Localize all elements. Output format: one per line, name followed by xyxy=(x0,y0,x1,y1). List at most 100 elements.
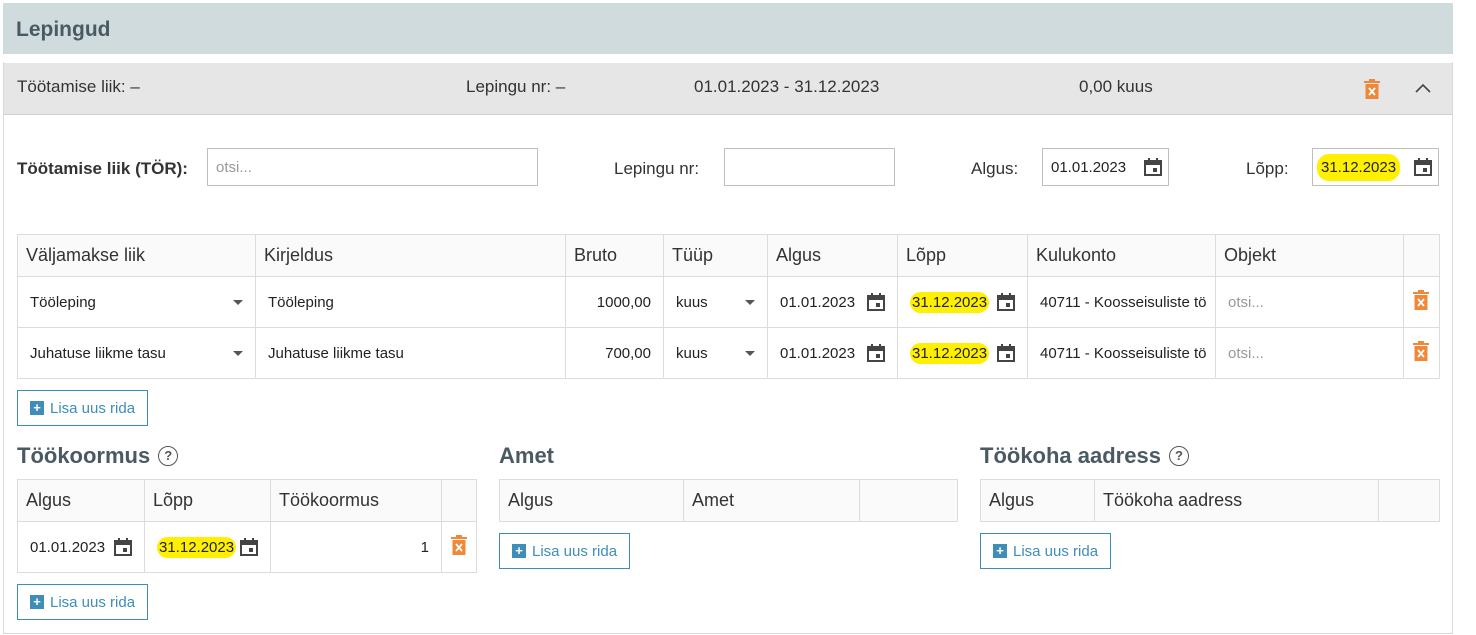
help-icon[interactable]: ? xyxy=(158,446,179,466)
summary-employment-type: Töötamise liik: – xyxy=(17,77,140,96)
start-date-input[interactable]: 01.01.2023 xyxy=(17,521,145,573)
caret-down-icon xyxy=(745,350,755,356)
gross-value: 700,00 xyxy=(605,344,651,362)
column-header: Amet xyxy=(683,479,860,522)
account-select[interactable]: 40711 - Koosseisuliste tö xyxy=(1027,327,1216,379)
account-select[interactable]: 40711 - Koosseisuliste tö xyxy=(1027,276,1216,328)
object-search-input[interactable]: otsi... xyxy=(1215,276,1404,328)
position-table: Algus Amet xyxy=(499,479,958,522)
plus-icon: + xyxy=(30,401,44,415)
description-input[interactable]: Tööleping xyxy=(255,276,566,328)
caret-down-icon xyxy=(233,350,243,356)
add-row-label: Lisa uus rida xyxy=(1013,542,1099,560)
column-header: Algus xyxy=(767,234,898,277)
calendar-icon[interactable] xyxy=(240,538,258,556)
column-header: Kirjeldus xyxy=(255,234,566,277)
delete-row-cell xyxy=(441,521,477,573)
payment-kind-select[interactable]: Tööleping xyxy=(17,276,256,328)
calendar-icon[interactable] xyxy=(867,344,885,362)
column-header: Algus xyxy=(980,479,1095,522)
column-header: Väljamakse liik xyxy=(17,234,256,277)
contract-no-label: Lepingu nr: xyxy=(614,159,700,178)
column-header xyxy=(859,479,958,522)
end-date-input[interactable]: 31.12.2023 xyxy=(144,521,271,573)
table-header-row: Algus Lõpp Töökoormus xyxy=(17,479,477,522)
delete-row-cell xyxy=(1403,276,1440,328)
start-date-input[interactable]: 01.01.2023 xyxy=(767,327,898,379)
end-date-value: 31.12.2023 xyxy=(910,291,990,313)
column-header: Töökoormus xyxy=(270,479,442,522)
end-label: Lõpp: xyxy=(1246,159,1289,178)
plus-icon: + xyxy=(993,544,1007,558)
calendar-icon[interactable] xyxy=(867,293,885,311)
calendar-icon[interactable] xyxy=(997,293,1015,311)
add-address-row-button[interactable]: + Lisa uus rida xyxy=(980,533,1112,569)
start-label: Algus: xyxy=(971,159,1019,178)
add-payment-row-button[interactable]: + Lisa uus rida xyxy=(17,390,149,426)
type-value: kuus xyxy=(676,344,708,362)
position-title: Amet xyxy=(499,443,555,468)
trash-icon[interactable] xyxy=(451,535,467,555)
gross-input[interactable]: 700,00 xyxy=(565,327,664,379)
start-date-value: 01.01.2023 xyxy=(1051,158,1127,176)
table-row: Juhatuse liikme tasu Juhatuse liikme tas… xyxy=(17,327,1440,379)
end-date-input[interactable]: 31.12.2023 xyxy=(897,327,1028,379)
contract-no-input[interactable] xyxy=(724,148,895,186)
payment-kind-value: Juhatuse liikme tasu xyxy=(30,344,166,362)
table-header-row: Väljamakse liik Kirjeldus Bruto Tüüp Alg… xyxy=(17,234,1440,277)
column-header: Algus xyxy=(17,479,145,522)
help-icon[interactable]: ? xyxy=(1168,446,1189,466)
column-header xyxy=(1403,234,1440,277)
gross-value: 1000,00 xyxy=(596,293,651,311)
workload-input[interactable]: 1 xyxy=(270,521,442,573)
calendar-icon[interactable] xyxy=(1414,158,1432,176)
employment-type-search-input[interactable]: otsi... xyxy=(207,148,538,186)
workload-title: Töökoormus xyxy=(17,443,151,468)
column-header xyxy=(441,479,477,522)
payment-kind-select[interactable]: Juhatuse liikme tasu xyxy=(17,327,256,379)
type-select[interactable]: kuus xyxy=(663,276,768,328)
section-header: Lepingud xyxy=(3,3,1453,54)
position-section-title: Amet xyxy=(499,443,554,469)
trash-icon[interactable] xyxy=(1413,341,1429,361)
type-select[interactable]: kuus xyxy=(663,327,768,379)
column-header: Kulukonto xyxy=(1027,234,1216,277)
start-date-value: 01.01.2023 xyxy=(30,538,106,556)
gross-input[interactable]: 1000,00 xyxy=(565,276,664,328)
calendar-icon[interactable] xyxy=(1144,158,1162,176)
account-value: 40711 - Koosseisuliste tö xyxy=(1040,293,1207,311)
account-value: 40711 - Koosseisuliste tö xyxy=(1040,344,1207,362)
column-header xyxy=(1378,479,1440,522)
plus-icon: + xyxy=(30,595,44,609)
description-input[interactable]: Juhatuse liikme tasu xyxy=(255,327,566,379)
calendar-icon[interactable] xyxy=(997,344,1015,362)
address-table: Algus Töökoha aadress xyxy=(980,479,1440,522)
add-position-row-button[interactable]: + Lisa uus rida xyxy=(499,533,631,569)
trash-icon[interactable] xyxy=(1413,290,1429,310)
description-value: Tööleping xyxy=(268,293,334,311)
end-date-value: 31.12.2023 xyxy=(910,342,990,364)
column-header: Töökoha aadress xyxy=(1094,479,1379,522)
end-date-value: 31.12.2023 xyxy=(157,536,237,558)
address-section-title: Töökoha aadress ? xyxy=(980,443,1189,469)
delete-contract-icon[interactable] xyxy=(1364,79,1380,99)
add-row-label: Lisa uus rida xyxy=(50,593,136,611)
chevron-up-icon[interactable] xyxy=(1415,83,1431,93)
object-placeholder: otsi... xyxy=(1228,344,1264,362)
object-search-input[interactable]: otsi... xyxy=(1215,327,1404,379)
add-row-label: Lisa uus rida xyxy=(50,399,136,417)
employment-type-label: Töötamise liik (TÖR): xyxy=(17,159,188,178)
add-workload-row-button[interactable]: + Lisa uus rida xyxy=(17,584,149,620)
start-date-input[interactable]: 01.01.2023 xyxy=(1042,148,1169,186)
column-header: Tüüp xyxy=(663,234,768,277)
section-title: Lepingud xyxy=(16,18,111,41)
start-date-value: 01.01.2023 xyxy=(780,344,856,362)
end-date-input[interactable]: 31.12.2023 xyxy=(1312,148,1439,186)
summary-contract-no: Lepingu nr: – xyxy=(466,77,566,96)
end-date-input[interactable]: 31.12.2023 xyxy=(897,276,1028,328)
calendar-icon[interactable] xyxy=(114,538,132,556)
start-date-input[interactable]: 01.01.2023 xyxy=(767,276,898,328)
description-value: Juhatuse liikme tasu xyxy=(268,344,404,362)
caret-down-icon xyxy=(233,299,243,305)
employment-type-placeholder: otsi... xyxy=(216,158,252,176)
